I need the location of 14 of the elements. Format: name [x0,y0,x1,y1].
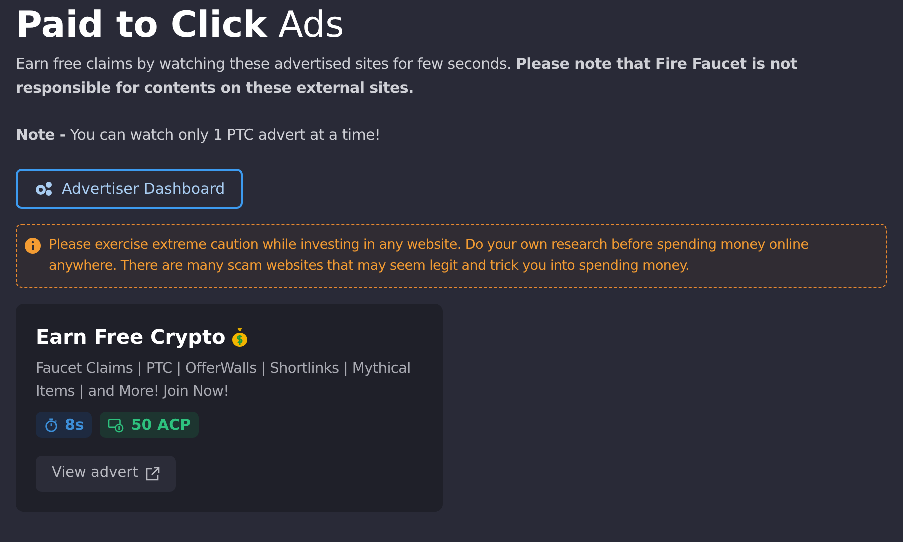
info-icon [25,238,41,254]
advert-description: Faucet Claims | PTC | OfferWalls | Shortlinks | Mythical Items | and More! Join Now! [36,360,412,402]
external-link-icon [146,467,160,481]
advert-title: Earn Free Crypto [36,324,226,351]
intro-text: Earn free claims by watching these advertised sites for few seconds. Please note that Fire Faucet is not responsible for contents on these external sites. [16,54,798,99]
page-title: Paid to Click Ads [16,4,346,48]
money-bag-icon [230,326,250,348]
duration-badge: 8s [36,412,92,438]
reward-badge: 50 ACP [100,412,200,438]
advertiser-dashboard-button[interactable]: Advertiser Dashboard [16,169,244,209]
note-text: Note - You can watch only 1 PTC advert at a time! [16,125,382,146]
warning-text: Please exercise extreme caution while investing in any website. Do your own research before spending money online anywhere. There are many scam websites that may seem legit and trick you into spending money. [49,236,810,276]
view-advert-button[interactable]: View advert [36,456,176,492]
stopwatch-icon [44,418,59,432]
